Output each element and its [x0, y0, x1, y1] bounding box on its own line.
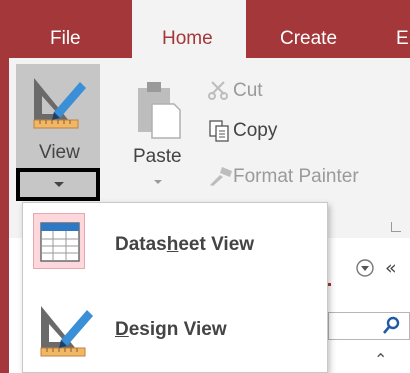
menu-item-design-view[interactable]: Design View	[23, 287, 327, 371]
design-view-label: Design View	[115, 319, 227, 340]
search-icon[interactable]	[382, 315, 402, 335]
format-painter-button[interactable]: Format Painter	[233, 166, 359, 188]
double-chevron-up-icon[interactable]: ⌃	[374, 350, 387, 369]
menu-item-datasheet-view[interactable]: Datasheet View	[23, 203, 327, 287]
tab-home[interactable]: Home	[132, 0, 246, 58]
datasheet-grid-icon	[40, 222, 80, 262]
tab-external-data[interactable]: E	[396, 0, 409, 58]
circle-chevron-down-icon[interactable]	[356, 259, 374, 277]
pane-marker	[328, 283, 331, 286]
paste-label[interactable]: Paste	[133, 146, 182, 168]
window-left-edge	[0, 58, 9, 373]
scissors-icon	[208, 81, 228, 100]
design-view-icon	[33, 78, 86, 129]
view-dropdown-menu: Datasheet View Design View	[22, 202, 328, 373]
format-painter-icon	[210, 167, 232, 186]
view-label: View	[39, 142, 80, 163]
paste-chevron-down-icon[interactable]	[154, 180, 162, 184]
chevron-down-icon	[54, 182, 64, 187]
double-chevron-left-icon[interactable]: «	[385, 257, 397, 279]
copy-button[interactable]: Copy	[233, 120, 277, 142]
tab-create[interactable]: Create	[280, 0, 337, 58]
paste-icon	[138, 82, 181, 139]
design-ruler-pencil-icon	[40, 306, 93, 357]
copy-icon	[209, 120, 229, 142]
view-button[interactable]: View	[16, 64, 100, 168]
dialog-launcher-icon[interactable]	[391, 222, 401, 232]
ribbon-tab-bar: File Home Create E	[0, 0, 410, 58]
tab-file[interactable]: File	[50, 0, 81, 58]
view-dropdown-button[interactable]	[16, 168, 100, 201]
datasheet-view-label: Datasheet View	[115, 234, 255, 255]
cut-button[interactable]: Cut	[233, 80, 263, 102]
